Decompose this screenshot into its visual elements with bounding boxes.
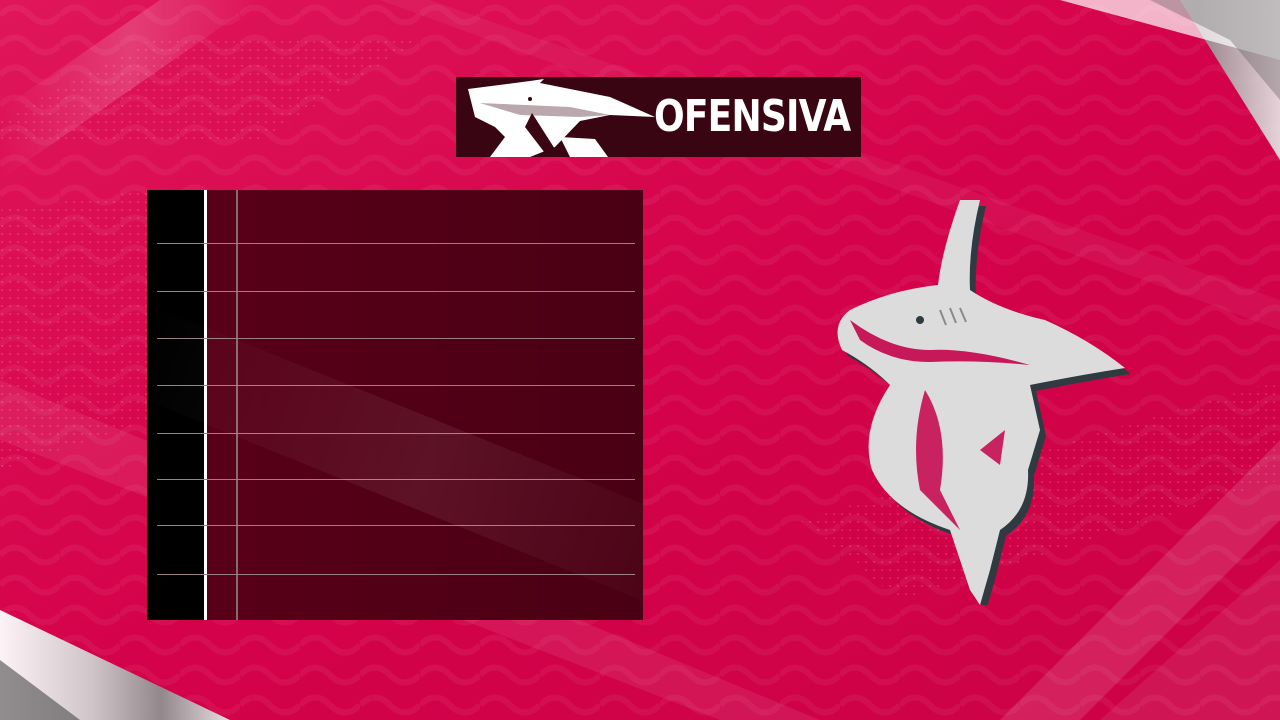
column-divider [236,190,238,620]
title-banner: OFENSIVA [456,77,861,157]
shark-mascot-icon [837,200,1130,605]
shark-logo-icon [468,79,655,157]
banner-title: OFENSIVA [654,91,851,142]
table-row-separator [157,525,635,526]
table-row-separator [157,479,635,480]
number-column [147,190,205,620]
roster-table [147,190,643,620]
table-row-separator [157,338,635,339]
table-row-separator [157,243,635,244]
table-row-separator [157,291,635,292]
column-divider [204,190,207,620]
table-row-separator [157,433,635,434]
table-row-separator [157,574,635,575]
glare-overlay [147,303,643,620]
table-row-separator [157,385,635,386]
broadcast-graphic: OFENSIVA [0,0,1280,720]
